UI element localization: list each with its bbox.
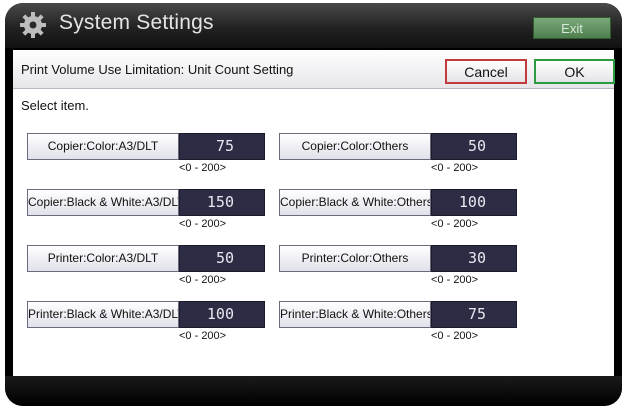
- prompt-text: Select item.: [21, 98, 89, 113]
- item-label-button[interactable]: Printer:Black & White:Others: [279, 301, 431, 328]
- item-value-field[interactable]: 100: [179, 301, 265, 328]
- item-label-button[interactable]: Copier:Black & White:Others: [279, 189, 431, 216]
- item-range: <0 - 200>: [431, 218, 479, 230]
- item-range: <0 - 200>: [179, 330, 227, 342]
- cancel-button[interactable]: Cancel: [445, 59, 527, 84]
- item-label-button[interactable]: Printer:Black & White:A3/DLT: [27, 301, 179, 328]
- bottom-bar: [5, 376, 622, 406]
- settings-panel: Print Volume Use Limitation: Unit Count …: [13, 50, 615, 376]
- gear-icon: [20, 12, 46, 38]
- item-range: <0 - 200>: [179, 162, 227, 174]
- header-bar: Print Volume Use Limitation: Unit Count …: [13, 50, 615, 89]
- item-label-button[interactable]: Printer:Color:A3/DLT: [27, 245, 179, 272]
- title-bar: System Settings Exit: [5, 3, 622, 48]
- item-range: <0 - 200>: [179, 274, 227, 286]
- device-screen: System Settings Exit Print Volume Use Li…: [5, 3, 622, 406]
- window-title: System Settings: [59, 11, 214, 34]
- item-value-field[interactable]: 75: [179, 133, 265, 160]
- item-label-button[interactable]: Copier:Black & White:A3/DLT: [27, 189, 179, 216]
- exit-button[interactable]: Exit: [533, 17, 611, 39]
- item-value-field[interactable]: 50: [179, 245, 265, 272]
- item-value-field[interactable]: 30: [431, 245, 517, 272]
- item-value-field[interactable]: 100: [431, 189, 517, 216]
- item-range: <0 - 200>: [431, 330, 479, 342]
- item-range: <0 - 200>: [431, 274, 479, 286]
- item-label-button[interactable]: Copier:Color:A3/DLT: [27, 133, 179, 160]
- item-label-button[interactable]: Copier:Color:Others: [279, 133, 431, 160]
- item-value-field[interactable]: 150: [179, 189, 265, 216]
- page-title: Print Volume Use Limitation: Unit Count …: [21, 62, 294, 77]
- item-value-field[interactable]: 75: [431, 301, 517, 328]
- item-range: <0 - 200>: [431, 162, 479, 174]
- item-label-button[interactable]: Printer:Color:Others: [279, 245, 431, 272]
- item-value-field[interactable]: 50: [431, 133, 517, 160]
- item-range: <0 - 200>: [179, 218, 227, 230]
- ok-button[interactable]: OK: [534, 59, 615, 84]
